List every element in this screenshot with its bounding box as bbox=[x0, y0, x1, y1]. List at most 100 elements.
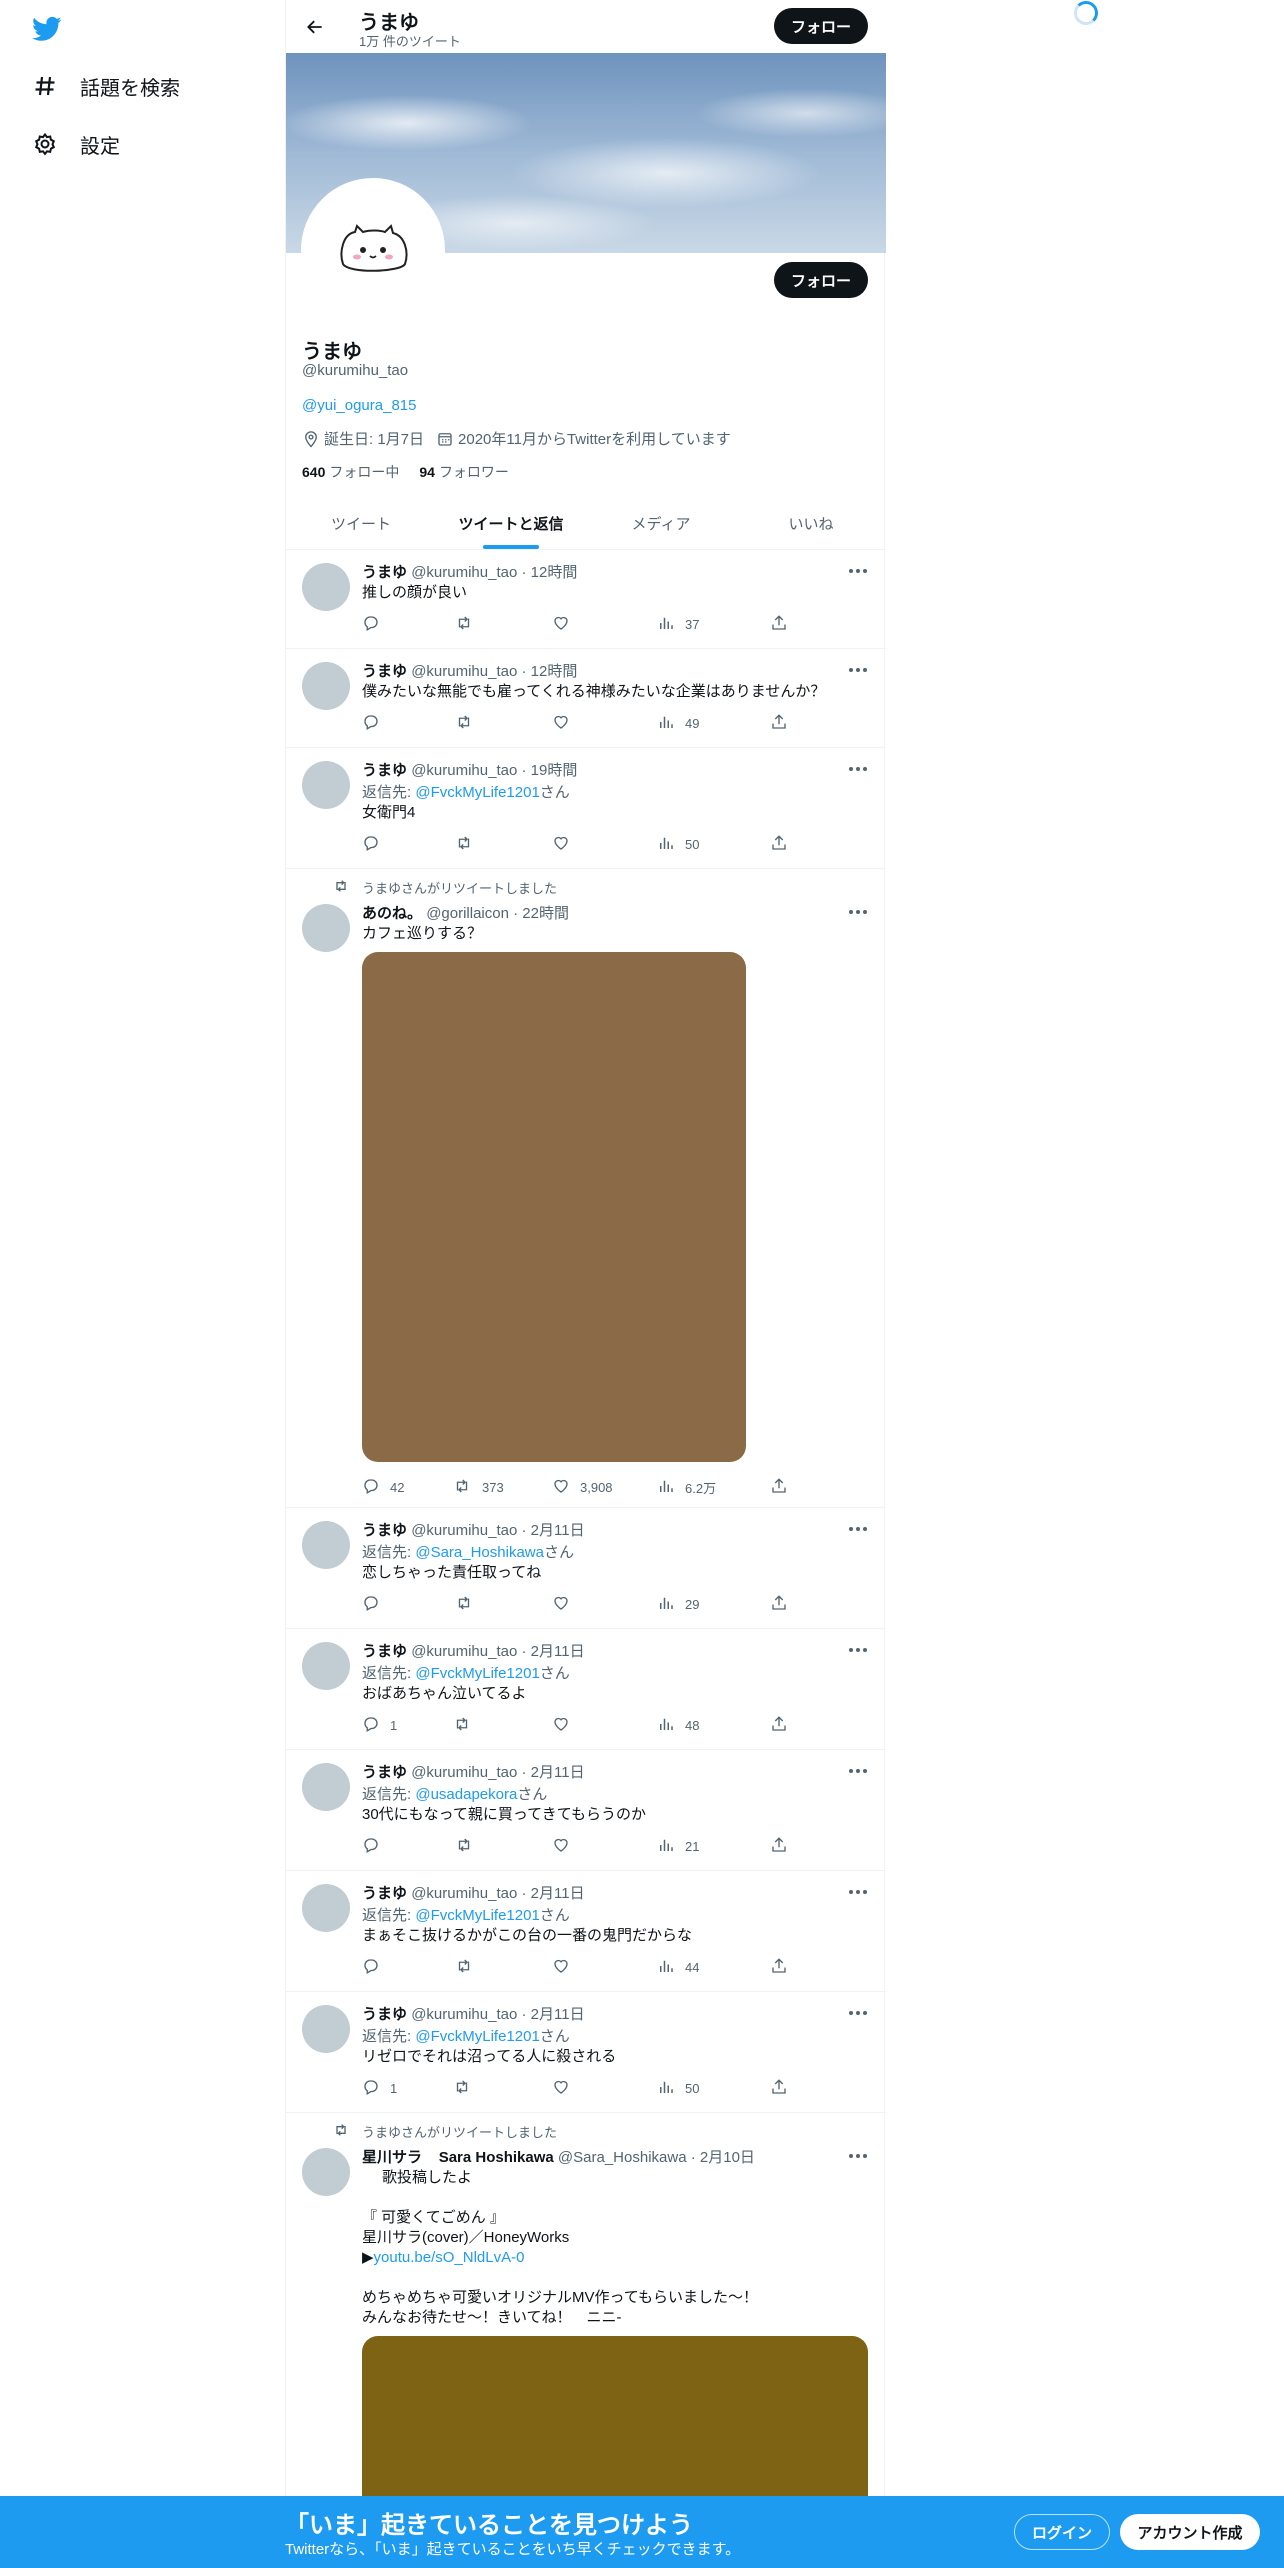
tweet-author-name[interactable]: うまゆ bbox=[362, 1643, 407, 1660]
reply-mention[interactable]: @Sara_Hoshikawa bbox=[415, 1544, 544, 1561]
like-action[interactable] bbox=[552, 834, 580, 854]
views-action[interactable]: 50 bbox=[657, 2078, 699, 2098]
more-options-icon[interactable] bbox=[846, 660, 870, 680]
tweet[interactable]: うまゆ @kurumihu_tao · 2月11日 返信先: @FvckMyLif… bbox=[286, 1993, 886, 2113]
reply-action[interactable] bbox=[362, 834, 390, 854]
share-action[interactable] bbox=[770, 1594, 798, 1614]
followers-link[interactable]: 94 フォロワー bbox=[419, 462, 509, 482]
reply-mention[interactable]: @FvckMyLife1201 bbox=[415, 784, 539, 801]
more-options-icon[interactable] bbox=[846, 1882, 870, 1902]
share-action[interactable] bbox=[770, 1715, 798, 1735]
like-action[interactable] bbox=[552, 713, 580, 733]
tweet-author-handle[interactable]: @kurumihu_tao bbox=[411, 762, 517, 779]
views-action[interactable]: 49 bbox=[657, 713, 699, 733]
tweet-avatar[interactable] bbox=[302, 662, 350, 710]
tweet-avatar[interactable] bbox=[302, 1763, 350, 1811]
profile-follow-button[interactable]: フォロー bbox=[774, 262, 868, 298]
share-action[interactable] bbox=[770, 2078, 798, 2098]
tweet-author-name[interactable]: うまゆ bbox=[362, 1522, 407, 1539]
tweet-avatar[interactable] bbox=[302, 761, 350, 809]
tweet-author-name[interactable]: うまゆ bbox=[362, 762, 407, 779]
more-options-icon[interactable] bbox=[846, 561, 870, 581]
retweet-action[interactable] bbox=[452, 1715, 482, 1735]
twitter-logo-icon[interactable] bbox=[30, 14, 64, 44]
tweet-avatar[interactable] bbox=[302, 904, 350, 952]
more-options-icon[interactable] bbox=[846, 2146, 870, 2166]
tweet-time[interactable]: 22時間 bbox=[522, 905, 569, 922]
like-action[interactable] bbox=[552, 1594, 580, 1614]
tweet-author-name[interactable]: うまゆ bbox=[362, 564, 407, 581]
retweet-action[interactable] bbox=[454, 1957, 484, 1977]
reply-mention[interactable]: @usadapekora bbox=[415, 1786, 517, 1803]
tweet[interactable]: うまゆ @kurumihu_tao · 2月11日 返信先: @FvckMyLif… bbox=[286, 1872, 886, 1992]
tab-media[interactable]: メディア bbox=[586, 497, 736, 549]
tweet-author-handle[interactable]: @kurumihu_tao bbox=[411, 2006, 517, 2023]
more-options-icon[interactable] bbox=[846, 2003, 870, 2023]
tweet-time[interactable]: 19時間 bbox=[531, 762, 578, 779]
more-options-icon[interactable] bbox=[846, 1640, 870, 1660]
tweet-author-name[interactable]: うまゆ bbox=[362, 1764, 407, 1781]
tweet-time[interactable]: 2月11日 bbox=[531, 2006, 585, 2023]
tweet[interactable]: うまゆさんがリツイートしました 星川サラ Sara Hoshikawa @Sara… bbox=[286, 2114, 886, 2536]
tweet[interactable]: うまゆ @kurumihu_tao · 2月11日 返信先: @Sara_Hosh… bbox=[286, 1509, 886, 1629]
tweet-author-handle[interactable]: @gorillaicon bbox=[426, 905, 509, 922]
views-action[interactable]: 29 bbox=[657, 1594, 699, 1614]
more-options-icon[interactable] bbox=[846, 1761, 870, 1781]
tweet-author-handle[interactable]: @kurumihu_tao bbox=[411, 1643, 517, 1660]
tweet[interactable]: うまゆ @kurumihu_tao · 12時間 僕みたいな無能でも雇ってくれる神… bbox=[286, 650, 886, 748]
tweet-author-handle[interactable]: @kurumihu_tao bbox=[411, 1522, 517, 1539]
retweet-action[interactable] bbox=[454, 1836, 484, 1856]
reply-action[interactable] bbox=[362, 713, 390, 733]
tweet-author-name[interactable]: うまゆ bbox=[362, 1885, 407, 1902]
tweet-author-name[interactable]: 星川サラ bbox=[362, 2149, 422, 2166]
views-action[interactable]: 50 bbox=[657, 834, 699, 854]
tweet-avatar[interactable] bbox=[302, 2148, 350, 2196]
retweet-action[interactable] bbox=[454, 1594, 484, 1614]
tweet-media-image[interactable] bbox=[362, 952, 746, 1462]
tweet-avatar[interactable] bbox=[302, 563, 350, 611]
more-options-icon[interactable] bbox=[846, 902, 870, 922]
nav-settings[interactable]: 設定 bbox=[32, 124, 120, 164]
tweet[interactable]: うまゆ @kurumihu_tao · 19時間 返信先: @FvckMyLife… bbox=[286, 749, 886, 869]
views-action[interactable]: 6.2万 bbox=[657, 1477, 716, 1497]
tweet[interactable]: うまゆ @kurumihu_tao · 2月11日 返信先: @FvckMyLif… bbox=[286, 1630, 886, 1750]
header-follow-button[interactable]: フォロー bbox=[774, 8, 868, 44]
retweet-action[interactable] bbox=[454, 614, 484, 634]
reply-action[interactable] bbox=[362, 614, 390, 634]
retweet-action[interactable] bbox=[452, 2078, 482, 2098]
tweet-time[interactable]: 12時間 bbox=[531, 564, 578, 581]
share-action[interactable] bbox=[770, 614, 798, 634]
like-action[interactable] bbox=[552, 1715, 580, 1735]
reply-action[interactable] bbox=[362, 1836, 390, 1856]
tweet[interactable]: うまゆ @kurumihu_tao · 12時間 推しの顔が良い 37 bbox=[286, 551, 886, 649]
tweet-avatar[interactable] bbox=[302, 1642, 350, 1690]
tweet-time[interactable]: 2月10日 bbox=[700, 2149, 755, 2166]
share-action[interactable] bbox=[770, 834, 798, 854]
profile-avatar[interactable] bbox=[301, 178, 445, 322]
retweet-action[interactable] bbox=[454, 834, 484, 854]
like-action[interactable] bbox=[552, 614, 580, 634]
login-button[interactable]: ログイン bbox=[1014, 2514, 1110, 2550]
profile-bio-link[interactable]: @yui_ogura_815 bbox=[302, 397, 416, 414]
nav-explore[interactable]: 話題を検索 bbox=[32, 66, 180, 106]
tweet-author-handle[interactable]: @kurumihu_tao bbox=[411, 1764, 517, 1781]
reply-mention[interactable]: @FvckMyLife1201 bbox=[415, 1665, 539, 1682]
share-action[interactable] bbox=[770, 713, 798, 733]
tweet-author-handle[interactable]: @Sara_Hoshikawa bbox=[558, 2149, 687, 2166]
reply-action[interactable]: 1 bbox=[362, 1715, 397, 1735]
reply-action[interactable] bbox=[362, 1957, 390, 1977]
tweet-time[interactable]: 2月11日 bbox=[531, 1643, 585, 1660]
retweet-action[interactable]: 373 bbox=[452, 1477, 504, 1497]
reply-mention[interactable]: @FvckMyLife1201 bbox=[415, 2028, 539, 2045]
following-link[interactable]: 640 フォロー中 bbox=[302, 462, 399, 482]
tweet-author-handle[interactable]: @kurumihu_tao bbox=[411, 663, 517, 680]
tweet-avatar[interactable] bbox=[302, 1884, 350, 1932]
tweet[interactable]: うまゆ @kurumihu_tao · 2月11日 返信先: @usadapeko… bbox=[286, 1751, 886, 1871]
views-action[interactable]: 48 bbox=[657, 1715, 699, 1735]
tab-tweets-and-replies[interactable]: ツイートと返信 bbox=[436, 497, 586, 549]
tab-tweets[interactable]: ツイート bbox=[286, 497, 436, 549]
back-arrow-icon[interactable] bbox=[300, 12, 330, 42]
like-action[interactable] bbox=[552, 1836, 580, 1856]
like-action[interactable] bbox=[552, 2078, 580, 2098]
like-action[interactable] bbox=[552, 1957, 580, 1977]
